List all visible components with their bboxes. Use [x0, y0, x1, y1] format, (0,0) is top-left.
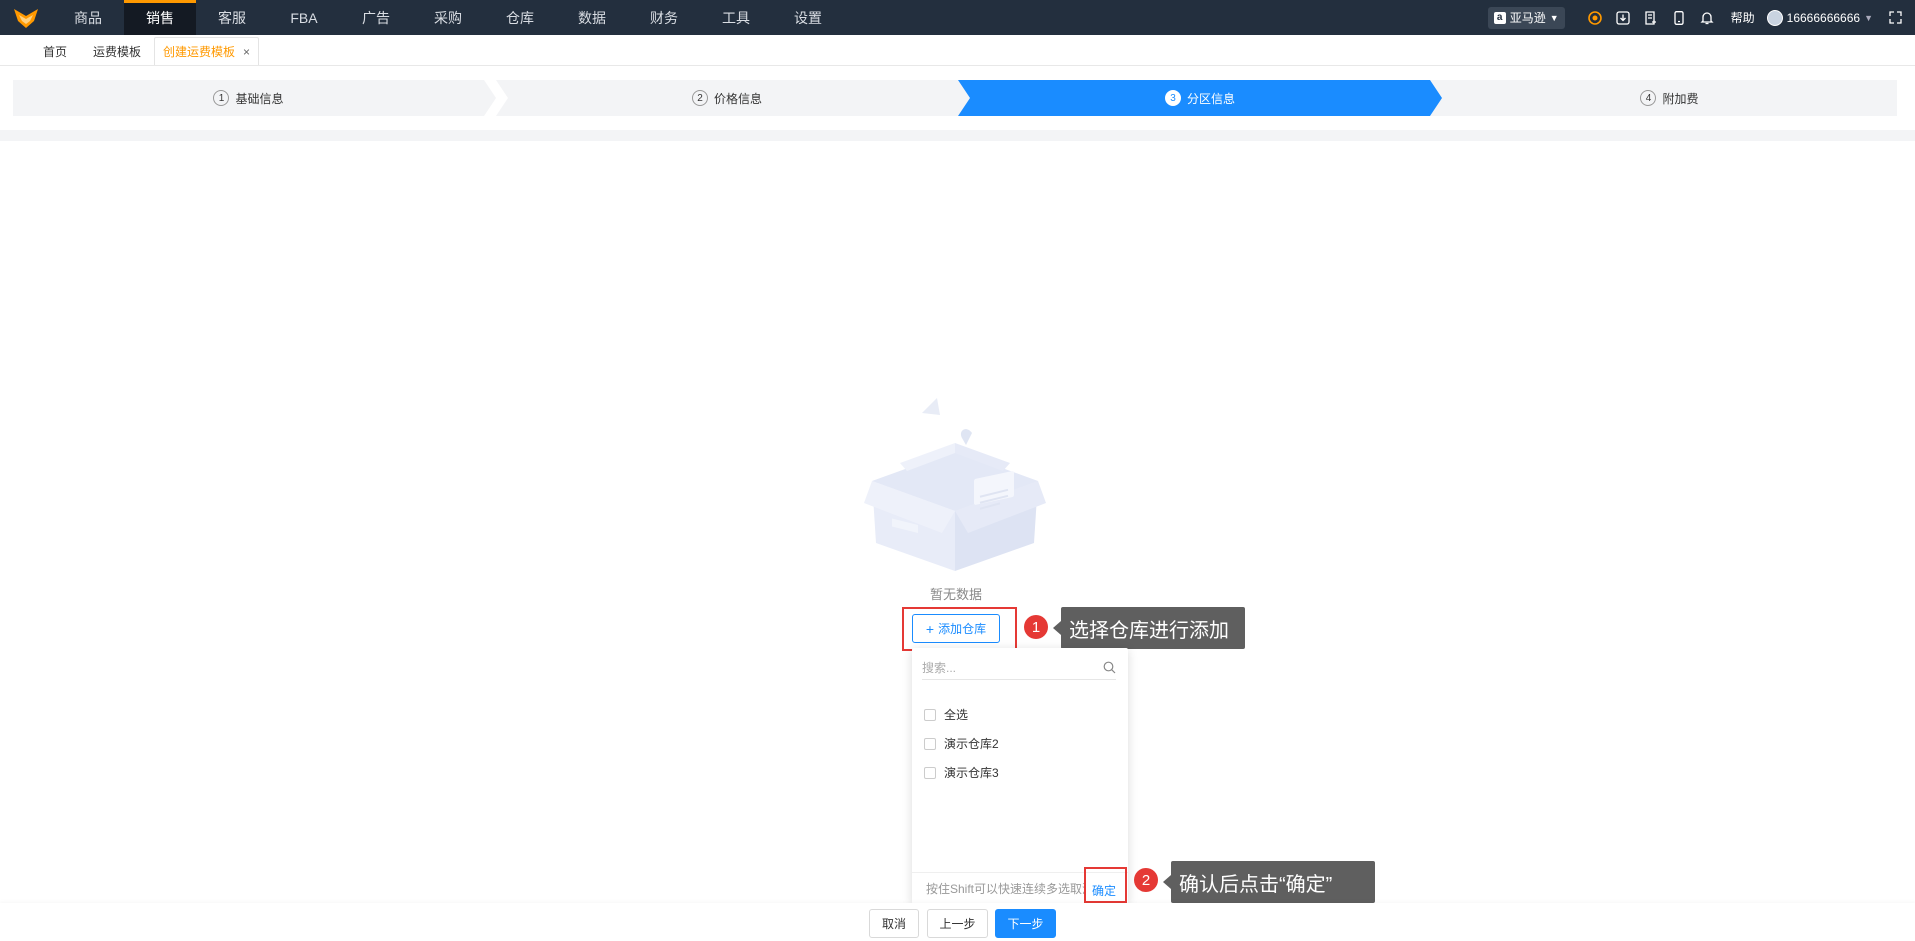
step-3-active: 3 分区信息: [970, 80, 1430, 116]
platform-selector[interactable]: a 亚马逊 ▼: [1487, 6, 1565, 29]
nav-item-tools[interactable]: 工具: [700, 0, 772, 35]
previous-step-button[interactable]: 上一步: [927, 909, 988, 938]
nav-item-finance[interactable]: 财务: [628, 0, 700, 35]
nav-item-ads[interactable]: 广告: [340, 0, 412, 35]
app-logo[interactable]: [0, 0, 52, 35]
search-icon[interactable]: [1103, 661, 1116, 674]
nav-item-purchase[interactable]: 采购: [412, 0, 484, 35]
checkbox[interactable]: [924, 737, 936, 750]
option-label: 演示仓库2: [944, 737, 999, 751]
fox-logo-icon: [14, 8, 38, 28]
add-warehouse-button[interactable]: + 添加仓库: [912, 614, 1000, 643]
step-badge-2: 2: [1134, 868, 1158, 892]
form-footer-bar: 取消 上一步 下一步: [0, 903, 1915, 941]
highlight-frame-confirm: [1084, 867, 1127, 903]
empty-box-illustration: [864, 398, 1046, 571]
tab-create-freight-template[interactable]: 创建运费模板 ×: [154, 37, 260, 65]
tab-label: 创建运费模板: [163, 45, 236, 59]
multi-select-hint: 按住Shift可以快速连续多选取消: [926, 882, 1086, 896]
bell-icon[interactable]: [1693, 0, 1721, 35]
nav-item-products[interactable]: 商品: [52, 0, 124, 35]
option-label: 演示仓库3: [944, 766, 999, 780]
user-name: 16666666666: [1786, 10, 1861, 25]
close-icon[interactable]: ×: [243, 45, 250, 59]
help-link[interactable]: 帮助: [1731, 9, 1755, 26]
callout-select-warehouse: 选择仓库进行添加: [1053, 607, 1245, 649]
dropdown-search: [922, 656, 1116, 680]
step-label: 附加费: [1662, 91, 1699, 106]
next-step-button[interactable]: 下一步: [995, 909, 1056, 938]
cancel-button[interactable]: 取消: [869, 909, 919, 938]
nav-right-area: a 亚马逊 ▼ 帮助 16666666666 ▼: [1487, 0, 1915, 35]
download-icon[interactable]: [1609, 0, 1637, 35]
option-warehouse-3[interactable]: 演示仓库3: [924, 758, 999, 787]
avatar: [1766, 9, 1783, 26]
amazon-icon: a: [1493, 11, 1506, 24]
warehouse-option-list: 全选 演示仓库2 演示仓库3: [924, 700, 999, 787]
chevron-down-icon: ▼: [1549, 12, 1559, 23]
task-list-icon[interactable]: [1637, 0, 1665, 35]
empty-state-text: 暂无数据: [929, 587, 982, 602]
plus-icon: +: [925, 620, 935, 637]
checkbox[interactable]: [924, 708, 936, 721]
step-number: 3: [1164, 90, 1181, 106]
step-progress-bar: 1 基础信息 2 价格信息 3 分区信息 4 附加费: [13, 80, 1897, 116]
option-warehouse-2[interactable]: 演示仓库2: [924, 729, 999, 758]
nav-item-warehouse[interactable]: 仓库: [484, 0, 556, 35]
tab-freight-template[interactable]: 运费模板: [80, 37, 154, 65]
step-4: 4 附加费: [1442, 80, 1897, 116]
tab-home[interactable]: 首页: [30, 37, 80, 65]
step-badge-1: 1: [1024, 615, 1048, 639]
user-menu[interactable]: 16666666666 ▼: [1766, 9, 1873, 26]
step-2: 2 价格信息: [496, 80, 958, 116]
add-warehouse-label: 添加仓库: [938, 622, 987, 636]
section-divider: [0, 130, 1915, 141]
top-navigation: 商品 销售 客服 FBA 广告 采购 仓库 数据 财务 工具 设置 a 亚马逊 …: [0, 0, 1915, 35]
option-label: 全选: [944, 708, 969, 722]
nav-item-settings[interactable]: 设置: [772, 0, 844, 35]
nav-item-fba[interactable]: FBA: [268, 0, 340, 35]
step-number: 2: [691, 90, 708, 106]
nav-item-data[interactable]: 数据: [556, 0, 628, 35]
radar-icon[interactable]: [1581, 0, 1609, 35]
mobile-icon[interactable]: [1665, 0, 1693, 35]
step-label: 分区信息: [1186, 91, 1235, 106]
fullscreen-icon[interactable]: [1881, 0, 1909, 35]
option-select-all[interactable]: 全选: [924, 700, 999, 729]
warehouse-dropdown: 全选 演示仓库2 演示仓库3 按住Shift可以快速连续多选取消 确定: [912, 648, 1128, 904]
warehouse-search-input[interactable]: [922, 660, 1092, 675]
checkbox[interactable]: [924, 766, 936, 779]
nav-item-customer-service[interactable]: 客服: [196, 0, 268, 35]
callout-confirm: 确认后点击“确定”: [1163, 861, 1375, 903]
step-number: 1: [213, 90, 230, 106]
page-tab-bar: 首页 运费模板 创建运费模板 ×: [0, 35, 1915, 66]
step-1: 1 基础信息: [13, 80, 484, 116]
step-number: 4: [1640, 90, 1657, 106]
step-label: 基础信息: [235, 91, 284, 106]
nav-item-sales[interactable]: 销售: [124, 0, 196, 35]
chevron-down-icon: ▼: [1864, 12, 1873, 23]
step-label: 价格信息: [713, 91, 762, 106]
platform-label: 亚马逊: [1509, 11, 1546, 25]
